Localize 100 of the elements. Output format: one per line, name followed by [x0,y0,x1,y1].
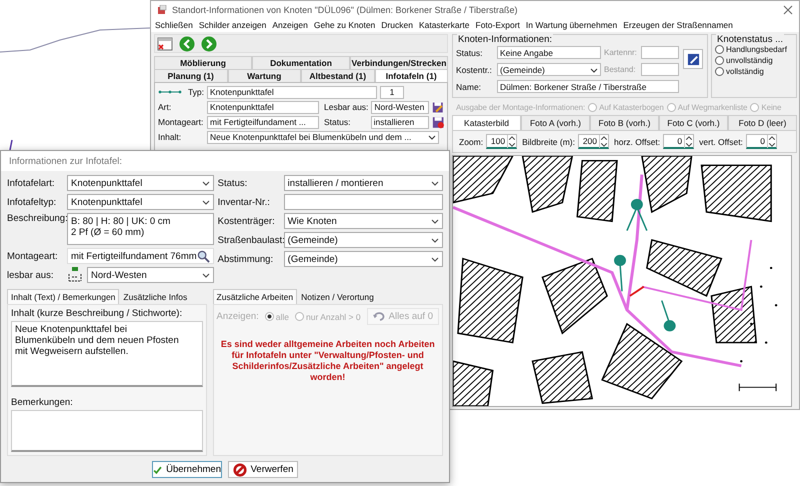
dropdown[interactable]: installieren / montieren [284,175,443,191]
tab[interactable]: Katasterbild [452,115,521,130]
compass-arrows-icon [67,267,83,283]
floppy-edit-icon[interactable] [432,100,444,114]
field-label: Lesbar aus: [324,102,368,112]
field-label: horz. Offset: [614,136,660,146]
field-label: Art: [158,102,172,112]
tab[interactable]: Altbestand (1) [301,69,374,82]
text-field[interactable]: installieren [370,116,429,128]
close-icon[interactable] [783,4,793,14]
field-label: Inventar-Nr.: [218,196,271,208]
caret-icon [431,217,439,225]
field-label: lesbar aus: [7,270,54,280]
spin-field[interactable]: 200 [578,134,609,149]
tab[interactable]: Foto D (leer) [728,115,797,130]
app-icon [157,4,167,14]
menu-item[interactable]: Anzeigen [272,20,308,30]
dropdown[interactable]: Knotenpunkttafel [67,175,214,191]
field-label: Kostentr.: [456,64,493,74]
text-area[interactable]: B: 80 | H: 80 | UK: 0 cm 2 Pf (Ø = 60 mm) [67,213,214,245]
spin-arrows-icon[interactable] [508,134,516,148]
field-label: Infotafelart: [7,178,56,188]
menu-item[interactable]: Foto-Export [476,20,520,30]
tab[interactable]: Dokumentation [252,56,350,69]
spin-field[interactable]: 0 [746,134,777,149]
tab[interactable]: Zusätzliche Arbeiten [212,289,298,304]
tab[interactable]: Foto C (vorh.) [659,115,728,130]
radio-option[interactable]: unvollständig [715,56,793,65]
text-field[interactable]: Knotenpunkttafel [207,86,377,98]
prohibited-icon [232,462,247,476]
caret-icon [202,198,210,206]
text-field[interactable]: Dülmen: Borkener Straße / Tiberstraße [497,80,679,93]
text-field[interactable]: Nord-Westen [371,100,430,114]
tab[interactable]: Foto A (vorh.) [521,115,590,130]
field-label: Montageart: [158,117,204,127]
text-field[interactable]: Knotenpunkttafel [207,100,319,114]
tab[interactable]: Verbindungen/Strecken [350,56,448,69]
menu-item[interactable]: Gehe zu Knoten [314,20,376,30]
field-label: Kostenträger: [218,216,276,226]
field-label: Kartennr: [604,48,638,57]
field-label: Bestand: [604,65,637,74]
text-field[interactable] [284,194,443,210]
tab[interactable]: Inhalt (Text) / Bemerkungen [7,289,120,304]
text-area[interactable]: Neue Knotenpunkttafel bei Blumenkübeln und dem neuen Pfosten mit Wegweisern aufstellen. [11,321,203,387]
field-label: Name: [456,82,482,92]
field-label: Inhalt: [158,132,182,142]
group-title: Knoten-Informationen: [457,34,554,45]
search-field[interactable]: mit Fertigteilfundament 76mm [67,248,214,264]
radio-option[interactable]: Handlungsbedarf [715,45,793,54]
dropdown[interactable]: Neue Knotenpunkttafel bei Blumenkübeln und dem ... [207,130,439,144]
reset-arrow-icon [372,311,387,322]
apply-button[interactable]: Übernehmen [152,461,222,478]
field-label: Bemerkungen: [11,397,74,408]
text-field[interactable] [641,46,679,59]
count-field[interactable]: 1 [380,86,404,98]
edit-button[interactable] [683,49,703,69]
tab[interactable]: Möblierung [154,56,252,69]
tab[interactable]: Planung (1) [154,69,228,82]
text-field[interactable] [641,63,679,76]
dropdown[interactable]: Nord-Westen [87,267,214,283]
menu-item[interactable]: Drucken [381,20,413,30]
field-label: Ausgabe der Montage-Informationen: [456,103,586,112]
text-field[interactable]: Keine Angabe [497,46,601,59]
menu-item[interactable]: Katasterkarte [418,20,470,30]
menu-item[interactable]: Schließen [155,20,193,30]
field-label: Status: [218,178,248,188]
spin-field[interactable]: 0 [663,134,694,149]
window-close-icon[interactable] [157,36,173,52]
discard-button[interactable]: Verwerfen [228,461,298,478]
dialog-title: Informationen zur Infotafel: [9,156,122,166]
menu-item[interactable]: Schilder anzeigen [198,20,266,30]
menu-item[interactable]: Erzeugen der Straßennamen [623,20,733,30]
group-title: Knotenstatus ... [716,34,784,45]
tab[interactable]: Foto B (vorh.) [590,115,659,130]
spin-field[interactable]: 100 [486,134,518,149]
tab[interactable]: Notizen / Verortung [297,289,378,304]
tab[interactable]: Zusätzliche Infos [119,289,192,304]
tab[interactable]: Infotafeln (1) [374,69,448,82]
dropdown[interactable]: Wie Knoten [284,213,443,229]
spin-arrows-icon[interactable] [685,134,694,148]
caret-icon [431,179,439,187]
dropdown[interactable]: (Gemeinde) [497,63,601,76]
sign-line-icon [158,89,182,95]
field-label: Infotafeltyp: [7,196,58,208]
spin-arrows-icon[interactable] [600,134,608,148]
search-icon[interactable] [196,250,210,262]
caret-icon [202,179,210,187]
menu-item[interactable]: In Wartung übernehmen [526,20,618,30]
floppy-delete-icon[interactable] [432,116,444,128]
text-area[interactable] [11,410,203,452]
caret-icon [431,255,439,263]
text-field[interactable]: mit Fertigteilfundament ... [207,116,319,128]
dropdown[interactable]: (Gemeinde) [284,251,443,267]
radio-option[interactable]: vollständig [715,67,793,76]
tab[interactable]: Wartung [228,69,301,82]
dropdown[interactable]: Knotenpunkttafel [67,194,214,210]
field-label: Beschreibung: [7,213,65,224]
field-label: Bildbreite (m): [522,136,575,146]
dropdown[interactable]: (Gemeinde) [284,232,443,248]
spin-arrows-icon[interactable] [768,134,776,148]
